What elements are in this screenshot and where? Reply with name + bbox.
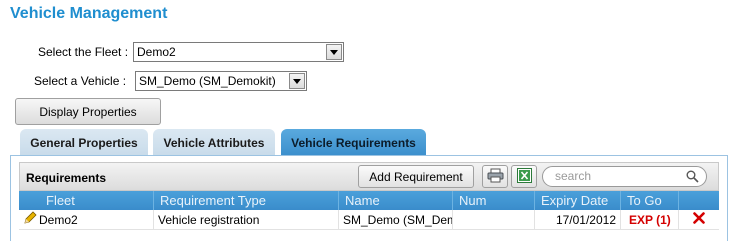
vehicle-select[interactable]: SM_Demo (SM_Demokit) bbox=[135, 71, 307, 91]
delete-button[interactable] bbox=[679, 210, 719, 230]
column-header-fleet[interactable]: Fleet bbox=[19, 191, 154, 210]
vehicle-label: Select a Vehicle : bbox=[34, 74, 127, 88]
print-icon bbox=[487, 168, 504, 186]
tab-vehicle-requirements[interactable]: Vehicle Requirements bbox=[281, 129, 426, 156]
column-header-name[interactable]: Name bbox=[339, 191, 453, 210]
fleet-label: Select the Fleet : bbox=[38, 45, 129, 59]
requirements-title: Requirements bbox=[26, 171, 107, 185]
vehicle-row: Select a Vehicle : SM_Demo (SM_Demokit) bbox=[34, 71, 307, 91]
requirements-toolbar: Requirements Add Requirement search bbox=[19, 162, 719, 191]
cell-name: SM_Demo (SM_Demokit) bbox=[339, 210, 453, 230]
search-input[interactable]: search bbox=[542, 166, 707, 187]
requirements-panel: Requirements Add Requirement search Flee… bbox=[10, 155, 728, 241]
page-title: Vehicle Management bbox=[10, 5, 168, 22]
cell-requirement-type: Vehicle registration bbox=[154, 210, 339, 230]
pencil-icon[interactable] bbox=[23, 211, 37, 230]
export-excel-button[interactable] bbox=[511, 165, 537, 188]
requirements-table-header: Fleet Requirement Type Name Num Expiry D… bbox=[19, 191, 719, 210]
chevron-down-icon[interactable] bbox=[289, 73, 305, 89]
chevron-down-icon[interactable] bbox=[326, 44, 342, 60]
display-properties-button[interactable]: Display Properties bbox=[15, 98, 161, 125]
search-placeholder: search bbox=[555, 169, 592, 183]
search-icon[interactable] bbox=[686, 170, 699, 189]
cell-to-go: EXP (1) bbox=[621, 210, 679, 230]
cell-fleet: Demo2 bbox=[19, 210, 154, 230]
print-button[interactable] bbox=[482, 165, 508, 188]
column-header-to-go[interactable]: To Go bbox=[621, 191, 679, 210]
column-header-actions bbox=[679, 191, 719, 210]
fleet-row: Select the Fleet : Demo2 bbox=[38, 42, 344, 62]
cell-expiry-date: 17/01/2012 bbox=[535, 210, 621, 230]
cell-num bbox=[453, 210, 535, 230]
vehicle-select-value: SM_Demo (SM_Demokit) bbox=[139, 74, 276, 88]
column-header-expiry-date[interactable]: Expiry Date bbox=[535, 191, 621, 210]
tab-vehicle-attributes[interactable]: Vehicle Attributes bbox=[153, 129, 275, 156]
cell-fleet-text: Demo2 bbox=[39, 213, 78, 227]
fleet-select-value: Demo2 bbox=[137, 45, 176, 59]
delete-icon bbox=[693, 210, 705, 230]
table-row[interactable]: Demo2 Vehicle registration SM_Demo (SM_D… bbox=[19, 210, 719, 230]
column-header-requirement-type[interactable]: Requirement Type bbox=[154, 191, 339, 210]
column-header-num[interactable]: Num bbox=[453, 191, 535, 210]
fleet-select[interactable]: Demo2 bbox=[133, 42, 344, 62]
add-requirement-button[interactable]: Add Requirement bbox=[358, 165, 474, 188]
tab-general-properties[interactable]: General Properties bbox=[20, 129, 148, 156]
excel-icon bbox=[516, 167, 532, 186]
